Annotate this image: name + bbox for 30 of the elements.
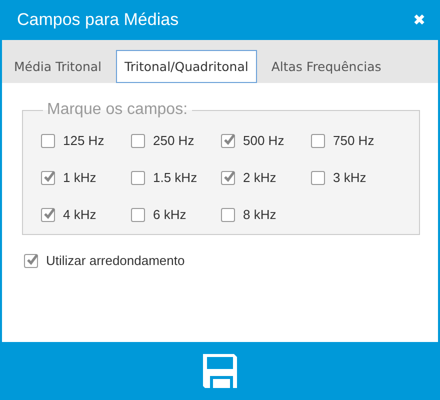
checkbox-option[interactable]: 6 kHz bbox=[131, 207, 221, 222]
checkbox-option[interactable]: 500 Hz bbox=[221, 133, 311, 148]
checkbox[interactable] bbox=[24, 254, 38, 268]
checkbox-option[interactable]: 125 Hz bbox=[41, 133, 131, 148]
tab[interactable]: Altas Frequências bbox=[262, 50, 390, 83]
checkbox[interactable] bbox=[41, 208, 55, 222]
checkbox-option[interactable]: Utilizar arredondamento bbox=[24, 253, 416, 268]
checkbox-option[interactable]: 8 kHz bbox=[221, 207, 311, 222]
checkbox[interactable] bbox=[41, 170, 55, 184]
checkbox-option[interactable]: 1.5 kHz bbox=[131, 170, 221, 185]
checkbox-option[interactable]: 1 kHz bbox=[41, 170, 131, 185]
tab[interactable]: Média Tritonal bbox=[5, 50, 111, 83]
checkbox-option[interactable]: 4 kHz bbox=[41, 207, 131, 222]
checkbox-option[interactable]: 3 kHz bbox=[311, 170, 401, 185]
window-title: Campos para Médias bbox=[17, 10, 179, 30]
checkbox[interactable] bbox=[221, 170, 235, 184]
checkbox-option[interactable]: 2 kHz bbox=[221, 170, 311, 185]
checkbox-option[interactable]: 250 Hz bbox=[131, 133, 221, 148]
checkbox[interactable] bbox=[131, 134, 145, 148]
checkbox[interactable] bbox=[221, 134, 235, 148]
checkbox[interactable] bbox=[131, 208, 145, 222]
checkbox-option[interactable]: 750 Hz bbox=[311, 133, 401, 148]
checkbox[interactable] bbox=[221, 208, 235, 222]
checkbox[interactable] bbox=[311, 134, 325, 148]
checkbox[interactable] bbox=[41, 134, 55, 148]
tab[interactable]: Tritonal/Quadritonal bbox=[116, 50, 258, 83]
save-icon[interactable] bbox=[203, 354, 237, 388]
checkbox[interactable] bbox=[311, 170, 325, 184]
fieldset-legend: Marque os campos: bbox=[43, 101, 192, 119]
checkbox[interactable] bbox=[131, 170, 145, 184]
